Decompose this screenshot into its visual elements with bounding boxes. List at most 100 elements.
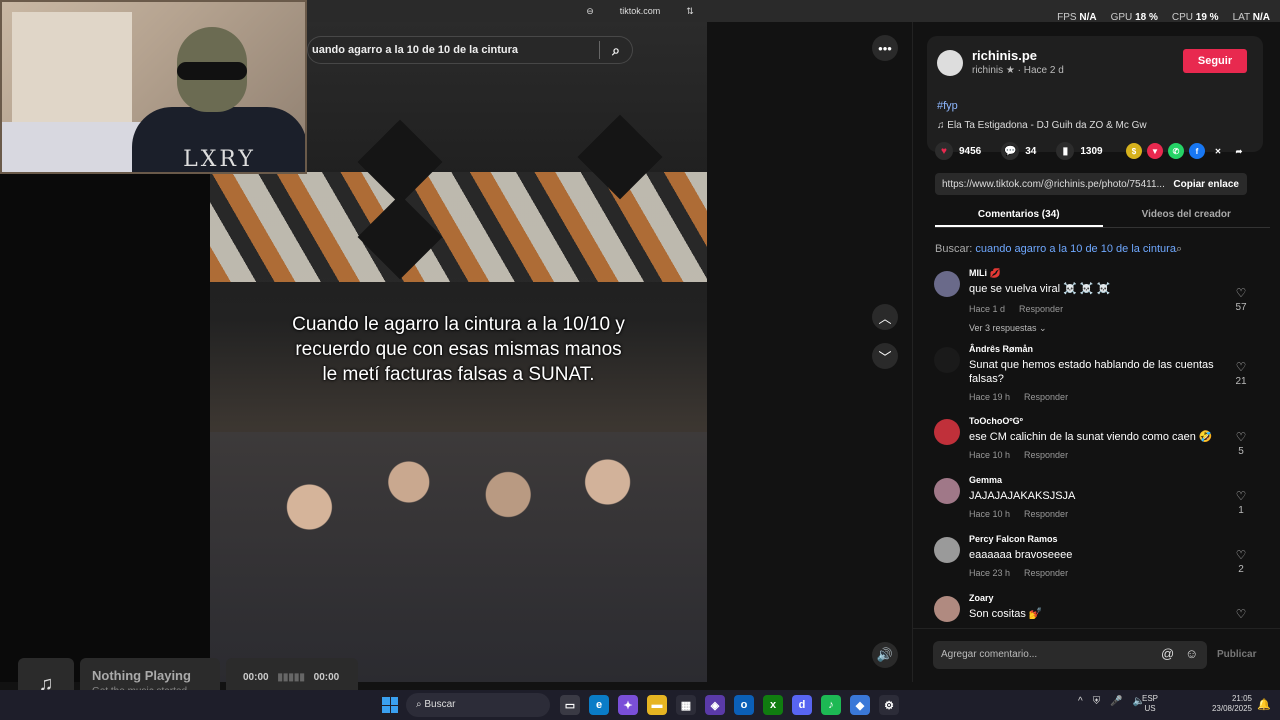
song-link[interactable]: ♫ Ela Ta Estigadona - DJ Guih da ZO & Mc… <box>937 120 1147 131</box>
chevron-up-icon[interactable]: ^ <box>1078 696 1083 707</box>
commenter-avatar[interactable] <box>934 271 960 297</box>
reply-button[interactable]: Responder <box>1024 568 1068 578</box>
copy-link-button[interactable]: Copiar enlace <box>1165 179 1247 190</box>
comment-like-count: 21 <box>1235 376 1247 387</box>
tab-comments[interactable]: Comentarios (34) <box>935 204 1103 227</box>
reply-button[interactable]: Responder <box>1024 450 1068 460</box>
commenter-avatar[interactable] <box>934 596 960 622</box>
commenter-name[interactable]: MILi 💋 <box>969 268 1001 279</box>
video-nav-column: ••• ︿ ﹀ 🔊 <box>707 22 912 682</box>
comment-text: ese CM calichin de la sunat viendo como … <box>969 431 1213 443</box>
settings-icon[interactable]: ⇅ <box>686 6 694 17</box>
clock-time: 21:05 <box>1231 694 1252 703</box>
lang-code: ESP <box>1142 694 1159 703</box>
edge-icon[interactable]: e <box>589 695 609 715</box>
repost-icon[interactable]: ▼ <box>1147 143 1163 159</box>
windows-taskbar: ⌕ Buscar ▭ e ✦ ▬ ▦ ◈ o x d ♪ ◆ ⚙ ^ ⛨ 🎤 🔈… <box>0 690 1280 720</box>
search-input[interactable]: uando agarro a la 10 de 10 de la cintura <box>308 44 599 56</box>
notification-icon[interactable]: 🔔 <box>1257 698 1271 711</box>
caption-line: le metí facturas falsas a SUNAT. <box>322 364 595 385</box>
taskbar-apps: ▭ e ✦ ▬ ▦ ◈ o x d ♪ ◆ ⚙ <box>560 695 899 715</box>
search-icon[interactable]: ⌕ <box>600 42 632 59</box>
coin-icon[interactable]: $ <box>1126 143 1142 159</box>
system-tray: ^ ⛨ 🎤 🔈 <box>1078 696 1145 707</box>
comment-icon[interactable]: 💬 <box>1001 142 1020 160</box>
comment-count: 34 <box>1025 145 1037 157</box>
publish-button[interactable]: Publicar <box>1217 649 1256 660</box>
comment-text: JAJAJAJAKAKSJSJA <box>969 490 1076 502</box>
search-icon: ⌕ <box>416 699 422 710</box>
whatsapp-icon[interactable]: ✆ <box>1168 143 1184 159</box>
details-sidebar: richinis.pe richinis ★ · Hace 2 d Seguir… <box>912 22 1280 682</box>
share-icon[interactable]: ➦ <box>1231 143 1247 159</box>
search-suggestion-link[interactable]: cuando agarro a la 10 de 10 de la cintur… <box>975 243 1176 255</box>
bookmark-icon[interactable]: ▮ <box>1056 142 1075 160</box>
comment-like-icon[interactable]: ♡ <box>1233 286 1249 300</box>
commenter-avatar[interactable] <box>934 347 960 373</box>
store-icon[interactable]: ▦ <box>676 695 696 715</box>
save-count: 1309 <box>1080 145 1103 157</box>
follow-button[interactable]: Seguir <box>1183 49 1247 73</box>
comment-like-icon[interactable]: ♡ <box>1233 360 1249 374</box>
x-icon[interactable]: ✕ <box>1210 143 1226 159</box>
reply-button[interactable]: Responder <box>1024 392 1068 402</box>
next-video-button[interactable]: ﹀ <box>872 343 898 369</box>
taskbar-search-label: Buscar <box>424 699 456 710</box>
outlook-icon[interactable]: o <box>734 695 754 715</box>
mention-icon[interactable]: @ <box>1161 646 1174 661</box>
commenter-name[interactable]: Gemma <box>969 475 1002 485</box>
commenter-avatar[interactable] <box>934 478 960 504</box>
commenter-name[interactable]: Zoary <box>969 593 994 603</box>
microphone-icon[interactable]: 🎤 <box>1110 696 1122 707</box>
hashtag-link[interactable]: #fyp <box>937 100 958 112</box>
comment-text: Son cositas 💅 <box>969 608 1043 620</box>
comment-text: Sunat que hemos estado hablando de las c… <box>969 359 1214 385</box>
engagement-stats: ♥ 9456 💬 34 ▮ 1309 <box>935 142 1103 160</box>
clock[interactable]: 21:05 23/08/2025 <box>1206 694 1252 714</box>
tab-creator-videos[interactable]: Videos del creador <box>1103 204 1271 227</box>
settings-icon[interactable]: ⚙ <box>879 695 899 715</box>
comment-like-icon[interactable]: ♡ <box>1233 489 1249 503</box>
more-options-icon[interactable]: ••• <box>872 35 898 61</box>
commenter-avatar[interactable] <box>934 419 960 445</box>
task-view-icon[interactable]: ▭ <box>560 695 580 715</box>
comment-time: Hace 23 h <box>969 568 1011 578</box>
comment-like-icon[interactable]: ♡ <box>1233 548 1249 562</box>
vs-icon[interactable]: ◈ <box>705 695 725 715</box>
input-language[interactable]: ESP US <box>1142 694 1158 714</box>
comments-list[interactable]: MILi 💋 que se vuelva viral ☠️ ☠️ ☠️ Hace… <box>913 268 1280 628</box>
start-button[interactable] <box>382 697 398 713</box>
comment-search-suggestion[interactable]: Buscar: cuando agarro a la 10 de 10 de l… <box>935 243 1182 256</box>
commenter-name[interactable]: Ândrês Røm‌ån <box>969 344 1033 354</box>
comment-like-icon[interactable]: ♡ <box>1233 430 1249 444</box>
copilot-icon[interactable]: ✦ <box>618 695 638 715</box>
heart-icon[interactable]: ♥ <box>935 142 953 160</box>
previous-video-button[interactable]: ︿ <box>872 304 898 330</box>
security-icon[interactable]: ⛨ <box>1093 696 1101 707</box>
search-bar[interactable]: uando agarro a la 10 de 10 de la cintura… <box>307 36 633 64</box>
commenter-name[interactable]: ToOchoOºGº <box>969 416 1023 426</box>
comment-like-count: 57 <box>1235 302 1247 313</box>
author-avatar[interactable] <box>937 50 963 76</box>
volume-icon[interactable]: 🔊 <box>872 642 898 668</box>
post-link[interactable]: https://www.tiktok.com/@richinis.pe/phot… <box>935 179 1165 190</box>
discord-icon[interactable]: d <box>792 695 812 715</box>
facebook-icon[interactable]: f <box>1189 143 1205 159</box>
author-username[interactable]: richinis.pe <box>972 48 1037 63</box>
url-bar[interactable]: ⊖ tiktok.com ⇅ <box>586 6 694 17</box>
comment-like-icon[interactable]: ♡ <box>1233 607 1249 621</box>
emoji-icon[interactable]: ☺ <box>1185 646 1198 661</box>
reply-button[interactable]: Responder <box>1019 304 1063 314</box>
taskbar-search[interactable]: ⌕ Buscar <box>406 693 550 717</box>
spotify-icon[interactable]: ♪ <box>821 695 841 715</box>
link-icon: ⊖ <box>586 5 594 16</box>
reply-button[interactable]: Responder <box>1024 509 1068 519</box>
webcam-overlay: LXRY <box>0 0 307 174</box>
comment-time: Hace 1 d <box>969 304 1006 314</box>
commenter-avatar[interactable] <box>934 537 960 563</box>
xbox-icon[interactable]: x <box>763 695 783 715</box>
app-icon[interactable]: ◆ <box>850 695 870 715</box>
view-replies-button[interactable]: Ver 3 respuestas ⌄ <box>969 323 1047 334</box>
file-explorer-icon[interactable]: ▬ <box>647 695 667 715</box>
commenter-name[interactable]: Percy Falcon Ramos <box>969 534 1058 544</box>
